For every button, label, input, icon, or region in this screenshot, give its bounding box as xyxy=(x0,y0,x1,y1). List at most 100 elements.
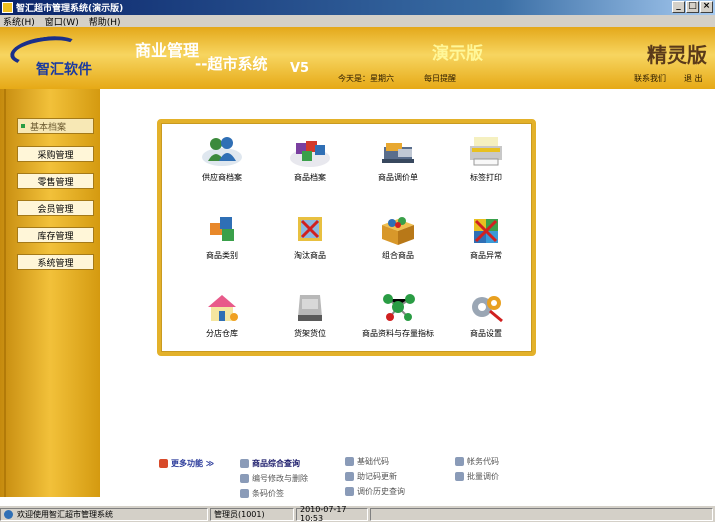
history-icon xyxy=(345,487,354,496)
shelf-icon xyxy=(298,295,322,321)
app-header: 智汇软件 商业管理 --超市系统 V5 演示版 精灵版 今天是：星期六 每日提醒… xyxy=(0,27,715,89)
status-welcome-text: 欢迎使用智汇超市管理系统 xyxy=(17,509,113,519)
quick-link-label: 基础代码 xyxy=(357,457,389,466)
sidebar-item-purchase[interactable]: 采购管理 xyxy=(17,146,94,162)
tile-label: 商品资料与存量指标 xyxy=(362,329,434,338)
exit-link[interactable]: 退 出 xyxy=(684,73,703,84)
tile-label: 商品调价单 xyxy=(378,173,418,182)
code-icon xyxy=(345,457,354,466)
more-functions-label: 更多功能 ≫ xyxy=(171,459,215,468)
category-cubes-icon xyxy=(210,217,234,241)
title-bar: 智汇超市管理系统(演示版) _ □ × xyxy=(0,0,715,15)
quick-link-code-edit[interactable]: 编号修改与删除 xyxy=(240,473,308,484)
menu-help[interactable]: 帮助(H) xyxy=(89,15,121,28)
sidebar: 基本档案 采购管理 零售管理 会员管理 库存管理 系统管理 xyxy=(0,89,100,497)
window-controls: _ □ × xyxy=(672,1,713,13)
house-icon xyxy=(208,295,238,321)
tile-obsolete-goods[interactable]: 淘汰商品 xyxy=(265,211,355,281)
sidebar-item-label: 基本档案 xyxy=(30,122,67,133)
sidebar-item-members[interactable]: 会员管理 xyxy=(17,200,94,216)
tile-label: 淘汰商品 xyxy=(294,251,326,260)
settings-gears-icon xyxy=(472,296,503,323)
logo-text: 智汇软件 xyxy=(36,62,92,78)
batch-icon xyxy=(455,472,464,481)
quick-link-label: 批量调价 xyxy=(467,472,499,481)
sidebar-item-label: 系统管理 xyxy=(37,258,74,269)
tile-shelf-location[interactable]: 货架货位 xyxy=(265,289,355,359)
tile-combo-goods[interactable]: 组合商品 xyxy=(353,211,443,281)
status-welcome: 欢迎使用智汇超市管理系统 xyxy=(0,507,208,521)
price-adjust-icon xyxy=(382,143,414,163)
sidebar-item-basic-archive[interactable]: 基本档案 xyxy=(17,118,94,134)
minimize-button[interactable]: _ xyxy=(672,1,685,13)
sidebar-item-label: 零售管理 xyxy=(37,177,74,188)
account-icon xyxy=(455,457,464,466)
quick-link-label: 帐务代码 xyxy=(467,457,499,466)
quick-link-base-code[interactable]: 基础代码 xyxy=(345,456,389,467)
tile-goods-category[interactable]: 商品类别 xyxy=(177,211,267,281)
menu-window[interactable]: 窗口(W) xyxy=(45,15,79,28)
quick-link-barcode-tag[interactable]: 条码价签 xyxy=(240,488,284,499)
goods-error-icon xyxy=(474,219,498,243)
tile-price-adjust[interactable]: 商品调价单 xyxy=(353,133,443,203)
status-user: 管理员(1001) xyxy=(210,507,294,521)
daily-reminder-link[interactable]: 每日提醒 xyxy=(424,73,456,84)
tile-label: 供应商档案 xyxy=(202,173,242,182)
barcode-icon xyxy=(240,489,249,498)
sidebar-item-inventory[interactable]: 库存管理 xyxy=(17,227,94,243)
tile-label: 商品类别 xyxy=(206,251,238,260)
sidebar-item-label: 采购管理 xyxy=(37,150,74,161)
quick-link-label: 条码价签 xyxy=(252,489,284,498)
maximize-button[interactable]: □ xyxy=(686,1,699,13)
tile-supplier-archive[interactable]: 供应商档案 xyxy=(177,133,267,203)
menu-system[interactable]: 系统(H) xyxy=(3,15,35,28)
quick-link-account-code[interactable]: 帐务代码 xyxy=(455,456,499,467)
quick-link-goods-query[interactable]: 商品综合查询 xyxy=(240,458,300,469)
product-subtitle: --超市系统 xyxy=(195,55,268,73)
tile-goods-archive[interactable]: 商品档案 xyxy=(265,133,355,203)
sidebar-item-label: 会员管理 xyxy=(37,204,74,215)
quick-link-label: 商品综合查询 xyxy=(252,459,300,468)
edition-label: 精灵版 xyxy=(647,43,707,67)
sidebar-item-label: 库存管理 xyxy=(37,231,74,242)
combo-box-icon xyxy=(382,217,414,245)
boxes-icon xyxy=(290,141,330,167)
tile-label: 商品设置 xyxy=(470,329,502,338)
quick-link-mnemonic-update[interactable]: 助记码更新 xyxy=(345,471,397,482)
product-title: 商业管理 xyxy=(135,41,200,60)
status-datetime: 2010-07-17 10:53 xyxy=(296,505,368,522)
sidebar-divider xyxy=(4,89,6,497)
tile-label: 组合商品 xyxy=(382,251,414,260)
tile-goods-error[interactable]: 商品异常 xyxy=(441,211,531,281)
status-empty xyxy=(370,507,713,521)
sidebar-item-retail[interactable]: 零售管理 xyxy=(17,173,94,189)
tile-label: 标签打印 xyxy=(470,173,502,182)
tile-label: 商品档案 xyxy=(294,173,326,182)
tile-label: 分店仓库 xyxy=(206,329,238,338)
people-icon xyxy=(202,137,242,166)
printer-icon xyxy=(470,137,502,166)
close-button[interactable]: × xyxy=(700,1,713,13)
contact-us-link[interactable]: 联系我们 xyxy=(634,73,666,84)
tile-branch-warehouse[interactable]: 分店仓库 xyxy=(177,289,267,359)
quick-link-label: 编号修改与删除 xyxy=(252,474,308,483)
demo-label: 演示版 xyxy=(432,44,483,64)
tile-label: 货架货位 xyxy=(294,329,326,338)
status-bar: 欢迎使用智汇超市管理系统 管理员(1001) 2010-07-17 10:53 xyxy=(0,505,715,522)
menu-bar: 系统(H) 窗口(W) 帮助(H) xyxy=(0,15,715,28)
app-icon xyxy=(2,2,13,13)
quick-link-batch-price[interactable]: 批量调价 xyxy=(455,471,499,482)
sidebar-item-system[interactable]: 系统管理 xyxy=(17,254,94,270)
tile-label-print[interactable]: 标签打印 xyxy=(441,133,531,203)
window-title: 智汇超市管理系统(演示版) xyxy=(16,4,124,14)
tile-label: 商品异常 xyxy=(470,251,502,260)
molecule-icon xyxy=(383,294,415,321)
quick-link-price-history[interactable]: 调价历史查询 xyxy=(345,486,405,497)
status-logo-icon xyxy=(4,509,13,519)
today-label: 今天是：星期六 xyxy=(338,74,394,83)
tile-goods-settings[interactable]: 商品设置 xyxy=(441,289,531,359)
logo: 智汇软件 xyxy=(4,31,114,85)
quick-link-label: 助记码更新 xyxy=(357,472,397,481)
more-functions-link[interactable]: 更多功能 ≫ xyxy=(159,458,214,469)
tile-goods-stock-index[interactable]: 商品资料与存量指标 xyxy=(353,289,443,359)
